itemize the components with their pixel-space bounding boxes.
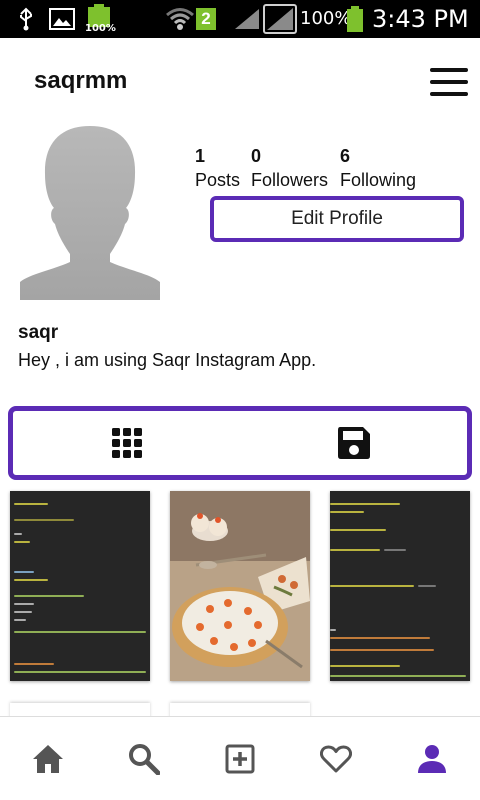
nav-profile[interactable] xyxy=(412,739,452,779)
code-line xyxy=(14,533,22,535)
add-post-icon xyxy=(225,744,255,774)
code-line xyxy=(330,585,414,587)
nav-activity[interactable] xyxy=(316,739,356,779)
code-line xyxy=(330,637,430,639)
code-line xyxy=(330,549,380,551)
post-tile-2[interactable] xyxy=(170,491,310,681)
heart-icon xyxy=(320,745,352,773)
code-line xyxy=(330,649,434,651)
stat-following[interactable]: 6 Following xyxy=(340,146,416,191)
status-time: 3:43 PM xyxy=(372,5,469,33)
code-line xyxy=(330,675,466,677)
sim2-badge: 2 xyxy=(196,0,216,38)
profile-display-name: saqr xyxy=(18,322,59,343)
stat-followers[interactable]: 0 Followers xyxy=(251,146,328,191)
code-line xyxy=(330,503,400,505)
menu-icon-bar xyxy=(430,80,468,84)
profile-tabs xyxy=(8,406,472,480)
menu-icon xyxy=(430,68,468,72)
saved-icon xyxy=(337,427,370,459)
post-tile-3[interactable] xyxy=(330,491,470,681)
code-line xyxy=(330,665,400,667)
code-line xyxy=(330,511,364,513)
signal-icon xyxy=(232,0,262,38)
grid-icon xyxy=(111,428,142,458)
edit-profile-button[interactable]: Edit Profile xyxy=(210,196,464,242)
stat-posts-value: 1 xyxy=(195,146,206,166)
code-line xyxy=(14,611,32,613)
code-line xyxy=(14,519,74,521)
code-line xyxy=(384,549,406,551)
code-line xyxy=(14,579,48,581)
menu-icon-bar xyxy=(430,92,468,96)
usb-icon xyxy=(14,0,38,38)
status-bar: 100% 2 100% 3:43 PM xyxy=(0,0,480,38)
code-line xyxy=(14,595,84,597)
code-line xyxy=(14,541,30,543)
profile-bio: Hey , i am using Saqr Instagram App. xyxy=(18,350,317,370)
stat-posts-label: Posts xyxy=(195,170,241,190)
battery-small-label: 100% xyxy=(85,23,116,34)
code-line xyxy=(14,603,34,605)
code-line xyxy=(14,571,34,573)
profile-username: saqrmm xyxy=(34,67,128,94)
tab-posts-grid[interactable] xyxy=(13,411,240,475)
code-line xyxy=(14,503,48,505)
tab-saved[interactable] xyxy=(240,411,467,475)
profile-icon xyxy=(418,745,446,773)
battery-icon xyxy=(344,0,366,38)
code-line xyxy=(14,671,146,673)
stat-following-value: 6 xyxy=(340,146,351,166)
nav-search[interactable] xyxy=(124,739,164,779)
code-line xyxy=(418,585,436,587)
gallery-icon xyxy=(48,0,76,38)
code-line xyxy=(14,619,26,621)
stat-following-label: Following xyxy=(340,170,417,190)
post-tile-1[interactable] xyxy=(10,491,150,681)
nav-home[interactable] xyxy=(28,739,68,779)
code-line xyxy=(14,663,54,665)
avatar[interactable] xyxy=(18,124,162,300)
stat-posts[interactable]: 1 Posts xyxy=(195,146,240,191)
bottom-nav xyxy=(0,716,480,800)
code-line xyxy=(330,529,386,531)
code-line xyxy=(14,631,146,633)
code-line xyxy=(330,629,336,631)
stat-followers-label: Followers xyxy=(251,170,329,190)
signal-2-icon xyxy=(262,0,298,38)
home-icon xyxy=(33,745,63,773)
wifi-icon xyxy=(164,0,196,38)
stat-followers-value: 0 xyxy=(251,146,262,166)
search-icon xyxy=(129,744,160,775)
menu-button[interactable] xyxy=(426,64,470,100)
nav-add-post[interactable] xyxy=(220,739,260,779)
